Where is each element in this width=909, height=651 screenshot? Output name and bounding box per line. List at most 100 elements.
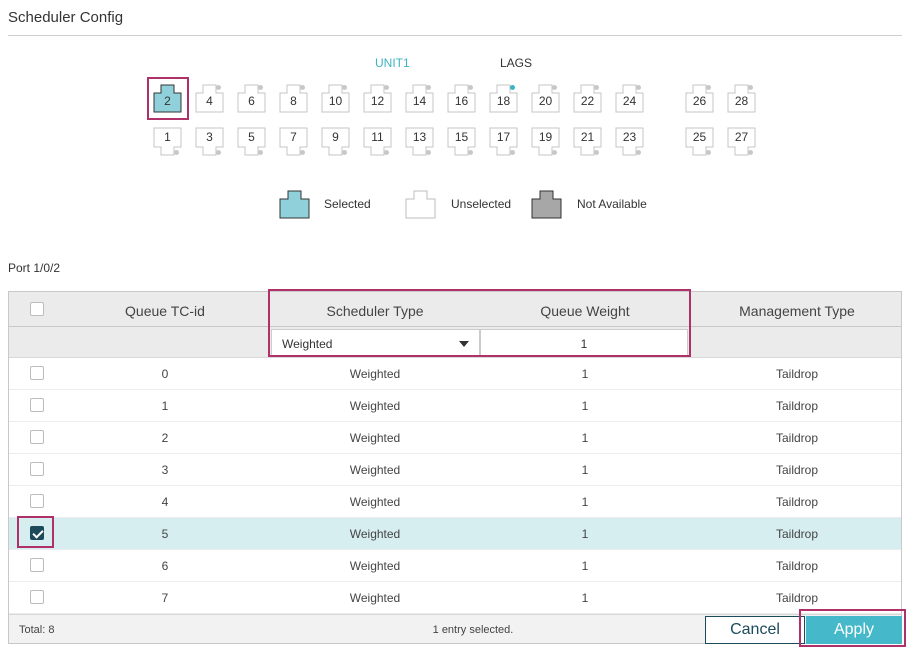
port-number: 1 <box>164 130 171 144</box>
queue-weight-cell: 1 <box>581 399 589 413</box>
port-20[interactable]: 20 <box>531 83 560 113</box>
port-21[interactable]: 21 <box>573 127 602 157</box>
port-number: 24 <box>622 94 637 108</box>
port-5[interactable]: 5 <box>237 127 266 157</box>
queue-tc-id-cell: 1 <box>161 399 169 413</box>
port-28[interactable]: 28 <box>727 83 756 113</box>
cancel-button[interactable]: Cancel <box>705 616 805 644</box>
queue-tc-id-cell: 6 <box>161 559 169 573</box>
port-17[interactable]: 17 <box>489 127 518 157</box>
scheduler-type-select[interactable]: Weighted <box>271 329 480 356</box>
port-number: 28 <box>734 94 749 108</box>
port-number: 13 <box>412 130 427 144</box>
port-8[interactable]: 8 <box>279 83 308 113</box>
queue-weight-cell: 1 <box>581 559 589 573</box>
port-status-dot <box>384 150 389 155</box>
queue-table: Queue TC-id Scheduler Type Queue Weight … <box>8 291 902 644</box>
port-10[interactable]: 10 <box>321 83 350 113</box>
table-row[interactable]: 6 Weighted 1 Taildrop <box>9 550 901 582</box>
port-23[interactable]: 23 <box>615 127 644 157</box>
title-divider <box>8 35 902 36</box>
table-row[interactable]: 3 Weighted 1 Taildrop <box>9 454 901 486</box>
port-status-dot <box>258 85 263 90</box>
row-checkbox[interactable] <box>30 366 44 380</box>
port-status-dot <box>594 85 599 90</box>
row-checkbox[interactable] <box>30 558 44 572</box>
port-4[interactable]: 4 <box>195 83 224 113</box>
port-14[interactable]: 14 <box>405 83 434 113</box>
port-status-dot <box>636 85 641 90</box>
header-select-all-checkbox[interactable] <box>30 302 44 316</box>
port-15[interactable]: 15 <box>447 127 476 157</box>
port-13[interactable]: 13 <box>405 127 434 157</box>
port-number: 19 <box>538 130 553 144</box>
port-18[interactable]: 18 <box>489 83 518 113</box>
header-queue-tc-id[interactable]: Queue TC-id <box>65 303 265 319</box>
row-checkbox[interactable] <box>30 398 44 412</box>
port-number: 16 <box>454 94 469 108</box>
dropdown-arrow-icon <box>459 341 469 347</box>
port-status-dot <box>342 150 347 155</box>
tab-lags[interactable]: LAGS <box>500 56 532 70</box>
port-7[interactable]: 7 <box>279 127 308 157</box>
table-row[interactable]: 5 Weighted 1 Taildrop <box>9 518 901 550</box>
port-number: 8 <box>290 94 297 108</box>
management-type-cell: Taildrop <box>775 591 819 605</box>
table-row[interactable]: 2 Weighted 1 Taildrop <box>9 422 901 454</box>
scheduler-type-cell: Weighted <box>349 463 401 477</box>
queue-weight-cell: 1 <box>581 463 589 477</box>
management-type-cell: Taildrop <box>775 495 819 509</box>
row-checkbox[interactable] <box>30 462 44 476</box>
port-25[interactable]: 25 <box>685 127 714 157</box>
port-status-dot <box>300 150 305 155</box>
port-number: 4 <box>206 94 213 108</box>
management-type-cell: Taildrop <box>775 559 819 573</box>
table-row[interactable]: 0 Weighted 1 Taildrop <box>9 358 901 390</box>
queue-tc-id-cell: 3 <box>161 463 169 477</box>
row-checkbox[interactable] <box>30 430 44 444</box>
queue-weight-cell: 1 <box>581 591 589 605</box>
queue-weight-cell: 1 <box>581 495 589 509</box>
port-status-dot <box>300 85 305 90</box>
port-2[interactable]: 2 <box>153 83 182 113</box>
port-status-dot <box>468 150 473 155</box>
header-queue-weight[interactable]: Queue Weight <box>485 303 685 319</box>
port-27[interactable]: 27 <box>727 127 756 157</box>
header-management-type[interactable]: Management Type <box>697 303 897 319</box>
table-row[interactable]: 4 Weighted 1 Taildrop <box>9 486 901 518</box>
header-scheduler-type[interactable]: Scheduler Type <box>275 303 475 319</box>
port-26[interactable]: 26 <box>685 83 714 113</box>
tab-unit1[interactable]: UNIT1 <box>375 56 410 70</box>
legend-unselected-label: Unselected <box>451 197 512 211</box>
management-type-cell: Taildrop <box>775 367 819 381</box>
row-checkbox[interactable] <box>30 494 44 508</box>
port-24[interactable]: 24 <box>615 83 644 113</box>
port-6[interactable]: 6 <box>237 83 266 113</box>
table-row[interactable]: 1 Weighted 1 Taildrop <box>9 390 901 422</box>
port-status-dot <box>216 150 221 155</box>
port-status-dot <box>510 85 515 90</box>
apply-button[interactable]: Apply <box>806 616 902 644</box>
port-9[interactable]: 9 <box>321 127 350 157</box>
scheduler-type-cell: Weighted <box>349 559 401 573</box>
port-number: 5 <box>248 130 255 144</box>
port-12[interactable]: 12 <box>363 83 392 113</box>
port-11[interactable]: 11 <box>363 127 392 157</box>
row-checkbox[interactable] <box>30 590 44 604</box>
row-checkbox[interactable] <box>30 526 44 540</box>
legend-selected-icon <box>279 190 310 219</box>
port-number: 17 <box>496 130 511 144</box>
port-22[interactable]: 22 <box>573 83 602 113</box>
port-number: 23 <box>622 130 637 144</box>
port-number: 3 <box>206 130 213 144</box>
port-16[interactable]: 16 <box>447 83 476 113</box>
port-number: 22 <box>580 94 595 108</box>
table-row[interactable]: 7 Weighted 1 Taildrop <box>9 582 901 614</box>
port-3[interactable]: 3 <box>195 127 224 157</box>
selection-status: 1 entry selected. <box>432 624 514 636</box>
port-1[interactable]: 1 <box>153 127 182 157</box>
port-19[interactable]: 19 <box>531 127 560 157</box>
table-footer: Total: 8 1 entry selected. Cancel Apply <box>9 614 902 644</box>
queue-weight-input[interactable]: 1 <box>480 329 688 356</box>
port-number: 11 <box>371 130 384 144</box>
